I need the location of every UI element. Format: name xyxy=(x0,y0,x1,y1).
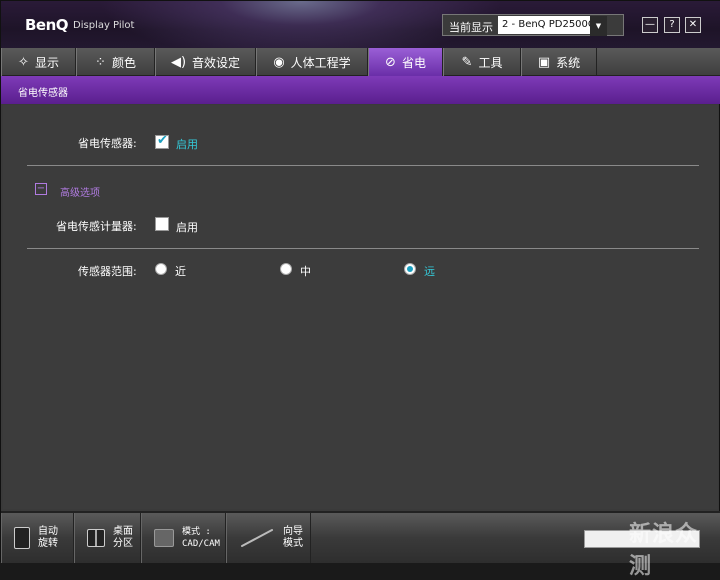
tab-label: 人体工程学 xyxy=(290,55,351,70)
sensor-enable-label: 启用 xyxy=(176,138,198,151)
monitor-dropdown[interactable]: 2 - BenQ PD2500Q ▼ xyxy=(498,16,607,36)
minimize-button[interactable]: — xyxy=(642,17,658,33)
tab-audio[interactable]: ◀) 音效设定 xyxy=(155,48,256,76)
auto-rotate-button[interactable]: 自动 旋转 xyxy=(1,513,74,563)
divider xyxy=(27,165,699,166)
leaf-icon: ⊘ xyxy=(385,54,396,70)
tab-label: 工具 xyxy=(478,55,503,70)
cad-icon xyxy=(154,529,174,547)
magic-wand-icon xyxy=(240,528,274,548)
tab-system[interactable]: ▣ 系统 xyxy=(521,48,597,76)
help-button[interactable]: ? xyxy=(664,17,680,33)
sensor-enable-checkbox[interactable]: ✔ xyxy=(155,133,169,149)
desktop-partition-button[interactable]: 桌面 分区 xyxy=(74,513,141,563)
tab-display[interactable]: ✧ 显示 xyxy=(1,48,76,76)
monitor-dropdown-value: 2 - BenQ PD2500Q xyxy=(502,19,596,30)
range-near-label: 近 xyxy=(175,265,186,278)
checkmark-icon: ✔ xyxy=(157,133,168,148)
monitor-label: 当前显示 xyxy=(449,21,493,34)
color-dots-icon: ⁘ xyxy=(95,54,106,70)
wizard-mode-button[interactable]: 向导 模式 xyxy=(226,513,311,563)
display-pilot-window: BenQ Display Pilot 当前显示 2 - BenQ PD2500Q… xyxy=(0,0,720,579)
range-label: 传感器范围: xyxy=(78,265,137,278)
settings-panel: 省电传感器: ✔ 启用 − 高级选项 省电传感计量器: 启用 传感器范围: 近 … xyxy=(3,105,718,509)
range-near-radio[interactable] xyxy=(155,263,167,275)
speaker-icon: ◀) xyxy=(170,54,187,70)
app-name: Display Pilot xyxy=(73,20,135,31)
tab-label: 音效设定 xyxy=(192,55,241,70)
phone-rotate-icon xyxy=(14,527,30,549)
divider xyxy=(27,248,699,249)
tab-label: 显示 xyxy=(34,55,59,70)
sensor-label: 省电传感器: xyxy=(78,137,137,150)
range-mid-radio[interactable] xyxy=(280,263,292,275)
advanced-options-label[interactable]: 高级选项 xyxy=(60,184,100,199)
cad-cam-mode-button[interactable]: 模式 : CAD/CAM xyxy=(141,513,226,563)
grid-icon xyxy=(87,529,105,547)
title-bar: BenQ Display Pilot 当前显示 2 - BenQ PD2500Q… xyxy=(1,1,720,48)
tab-label: 省电 xyxy=(401,55,426,70)
monitor-selector: 当前显示 2 - BenQ PD2500Q ▼ xyxy=(442,14,624,36)
tab-tools[interactable]: ✎ 工具 xyxy=(443,48,521,76)
section-title: 省电传感器 xyxy=(18,88,68,99)
tab-ergonomics[interactable]: ◉ 人体工程学 xyxy=(256,48,368,76)
tool-label: 向导 模式 xyxy=(283,526,303,549)
collapse-advanced-button[interactable]: − xyxy=(35,183,47,195)
meter-enable-label: 启用 xyxy=(176,221,198,234)
meter-label: 省电传感计量器: xyxy=(56,220,137,233)
tab-label: 颜色 xyxy=(111,55,136,70)
tab-color[interactable]: ⁘ 颜色 xyxy=(76,48,155,76)
eye-icon: ◉ xyxy=(273,54,285,70)
bottom-toolbar: 自动 旋转 桌面 分区 模式 : CAD/CAM 向导 模式 xyxy=(1,511,720,563)
tab-label: 系统 xyxy=(556,55,581,70)
tool-label: 模式 : CAD/CAM xyxy=(182,527,220,549)
wrench-icon: ✎ xyxy=(461,54,473,70)
range-far-radio[interactable] xyxy=(404,263,416,275)
close-button[interactable]: ✕ xyxy=(685,17,701,33)
monitor-icon: ▣ xyxy=(537,54,551,70)
chevron-down-icon[interactable]: ▼ xyxy=(590,16,607,36)
range-mid-label: 中 xyxy=(300,265,311,278)
tab-power-saving[interactable]: ⊘ 省电 xyxy=(368,48,443,76)
range-far-label: 远 xyxy=(424,265,435,278)
section-header: 省电传感器 xyxy=(1,76,720,104)
meter-enable-checkbox[interactable] xyxy=(155,217,169,231)
display-icon: ✧ xyxy=(18,54,29,70)
tool-label: 自动 旋转 xyxy=(38,526,58,549)
tool-label: 桌面 分区 xyxy=(113,526,133,549)
benq-logo: BenQ xyxy=(25,16,69,34)
watermark: 新浪众测 xyxy=(629,522,699,579)
tab-bar: ✧ 显示 ⁘ 颜色 ◀) 音效设定 ◉ 人体工程学 ⊘ 省电 ✎ 工具 ▣ 系统 xyxy=(1,48,720,76)
